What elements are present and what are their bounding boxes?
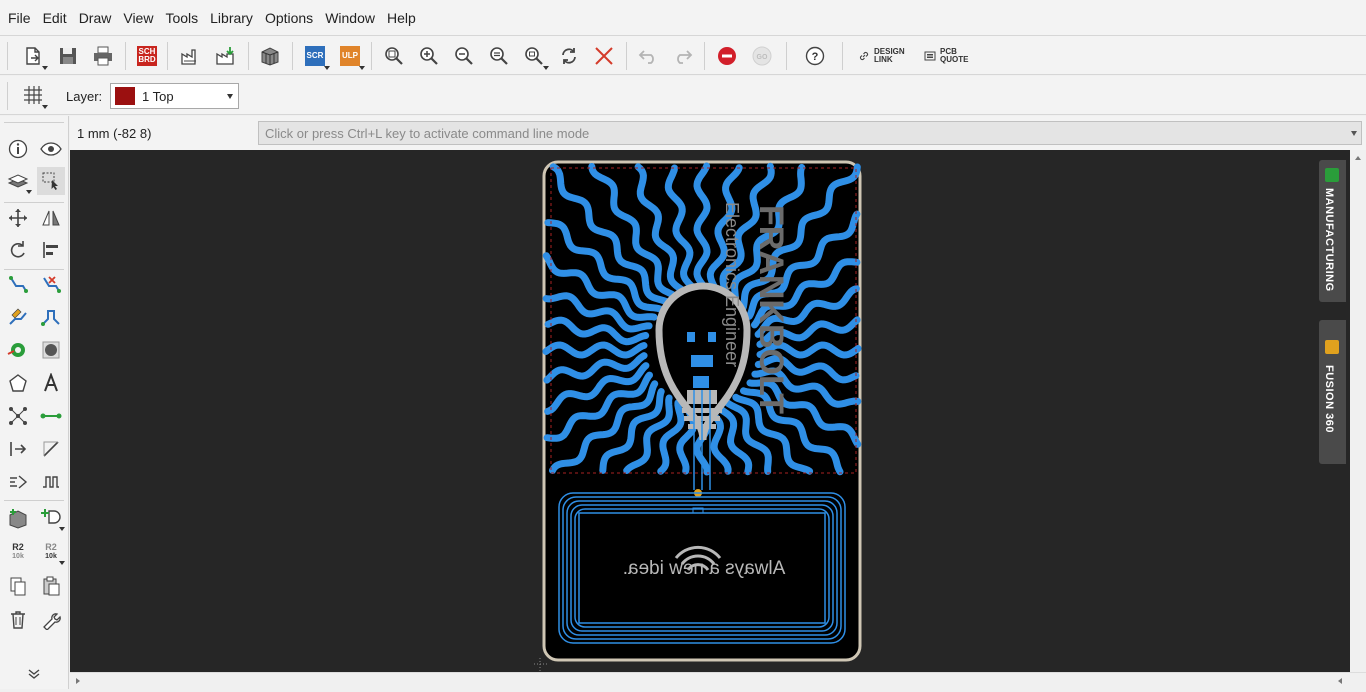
value-tool-button[interactable]: R2 10k (37, 538, 65, 566)
layers-icon[interactable] (4, 167, 32, 195)
layer-color-swatch (115, 87, 135, 105)
select-group-icon[interactable] (37, 167, 65, 195)
zoom-in-icon[interactable] (414, 41, 444, 71)
wire-icon[interactable] (37, 402, 65, 430)
fusion360-tab[interactable]: FUSION 360 (1319, 320, 1346, 464)
silkscreen-tagline: Always a new idea. (623, 558, 786, 579)
board-canvas[interactable]: Always a new idea. FRANKBOLT Electronics… (70, 150, 1350, 672)
grid-button[interactable] (18, 80, 48, 110)
net-icon[interactable] (4, 402, 32, 430)
menu-options[interactable]: Options (259, 0, 319, 36)
silkscreen-title: Electronics Engineer (722, 202, 742, 367)
command-line-placeholder: Click or press Ctrl+L key to activate co… (265, 125, 590, 141)
print-icon[interactable] (88, 41, 118, 71)
zoom-fit-icon[interactable] (379, 41, 409, 71)
new-file-button[interactable] (18, 41, 48, 71)
rotate-icon[interactable] (4, 236, 32, 264)
svg-text:?: ? (812, 51, 819, 63)
run-ulp-button[interactable]: ULP (335, 41, 365, 71)
vertical-scrollbar[interactable] (1350, 150, 1366, 672)
zoom-out-icon[interactable] (449, 41, 479, 71)
meander-icon[interactable] (37, 303, 65, 331)
go-button[interactable]: GO (747, 41, 777, 71)
ripup-icon[interactable] (37, 271, 65, 299)
layer-bar: Layer: 1 Top (0, 76, 1366, 115)
layer-value: 1 Top (142, 88, 174, 104)
zoom-previous-icon[interactable] (484, 41, 514, 71)
command-line-input[interactable]: Click or press Ctrl+L key to activate co… (258, 121, 1362, 145)
origin-marker (534, 658, 548, 672)
manufacturing-export-icon[interactable] (211, 41, 241, 71)
menu-view[interactable]: View (117, 0, 159, 36)
link-icon (859, 51, 869, 61)
layer-select[interactable]: 1 Top (110, 83, 239, 109)
horizontal-scrollbar[interactable] (70, 672, 1366, 689)
zoom-select-icon[interactable] (519, 41, 549, 71)
cam-processor-icon[interactable] (176, 41, 206, 71)
manufacturing-tab[interactable]: MANUFACTURING (1319, 160, 1346, 302)
text-icon[interactable] (37, 369, 65, 397)
menu-library[interactable]: Library (204, 0, 259, 36)
grid-icon (24, 86, 42, 104)
redraw-icon[interactable] (554, 41, 584, 71)
menu-edit[interactable]: Edit (37, 0, 73, 36)
fusion-icon (1325, 340, 1339, 354)
menu-file[interactable]: File (2, 0, 37, 36)
name-tool-button[interactable]: R2 10k (4, 538, 32, 566)
chevron-down-icon (227, 94, 233, 99)
design-link-button[interactable]: DESIGN LINK (858, 44, 916, 68)
paste-icon[interactable] (37, 572, 65, 600)
undo-icon[interactable] (633, 41, 663, 71)
dimension-icon[interactable] (4, 468, 32, 496)
layer-label: Layer: (66, 89, 103, 104)
main-toolbar: SCH BRD SCR ULP GO ? DESIGN LINK PCB QUO… (0, 36, 1366, 75)
silkscreen-name: FRANKBOLT (752, 205, 790, 414)
help-button[interactable]: ? (800, 41, 830, 71)
menu-bar: File Edit Draw View Tools Library Option… (0, 0, 1366, 36)
redo-icon[interactable] (668, 41, 698, 71)
menu-help[interactable]: Help (381, 0, 422, 36)
menu-window[interactable]: Window (319, 0, 381, 36)
wrench-icon[interactable] (37, 606, 65, 634)
signal-icon[interactable] (37, 468, 65, 496)
delete-icon[interactable] (4, 606, 32, 634)
command-bar: 1 mm (-82 8) Click or press Ctrl+L key t… (70, 116, 1366, 150)
library-manager-icon[interactable] (255, 41, 285, 71)
polygon-icon[interactable] (4, 369, 32, 397)
scroll-left-icon[interactable] (76, 678, 80, 684)
copy-icon[interactable] (4, 572, 32, 600)
stop-icon[interactable] (712, 41, 742, 71)
save-icon[interactable] (53, 41, 83, 71)
left-tool-panel: R2 10k R2 10k (0, 116, 69, 689)
quote-icon (924, 51, 936, 61)
add-symbol-icon[interactable] (37, 504, 65, 532)
expand-panel-icon[interactable] (20, 660, 48, 688)
show-eye-icon[interactable] (37, 135, 65, 163)
menu-draw[interactable]: Draw (73, 0, 118, 36)
hole-icon[interactable] (37, 336, 65, 364)
sch-brd-switch-button[interactable]: SCH BRD (132, 41, 162, 71)
chevron-down-icon[interactable] (1351, 131, 1357, 136)
add-part-icon[interactable] (4, 504, 32, 532)
route-icon[interactable] (4, 271, 32, 299)
autorouter-icon[interactable] (4, 303, 32, 331)
ratsnest-icon[interactable] (589, 41, 619, 71)
coordinate-display: 1 mm (-82 8) (77, 126, 152, 141)
attribute-icon[interactable] (4, 435, 32, 463)
pcb-board-drawing: Always a new idea. FRANKBOLT Electronics… (534, 160, 862, 672)
info-icon[interactable] (4, 135, 32, 163)
menu-tools[interactable]: Tools (159, 0, 204, 36)
scroll-up-icon[interactable] (1350, 150, 1366, 166)
line-icon[interactable] (37, 435, 65, 463)
manufacturing-icon (1325, 168, 1339, 182)
pcb-quote-button[interactable]: PCB QUOTE (924, 44, 978, 68)
mirror-icon[interactable] (37, 204, 65, 232)
run-script-button[interactable]: SCR (300, 41, 330, 71)
align-icon[interactable] (37, 236, 65, 264)
via-icon[interactable] (4, 336, 32, 364)
scroll-right-icon[interactable] (1338, 678, 1342, 684)
svg-text:GO: GO (757, 54, 768, 61)
move-icon[interactable] (4, 204, 32, 232)
